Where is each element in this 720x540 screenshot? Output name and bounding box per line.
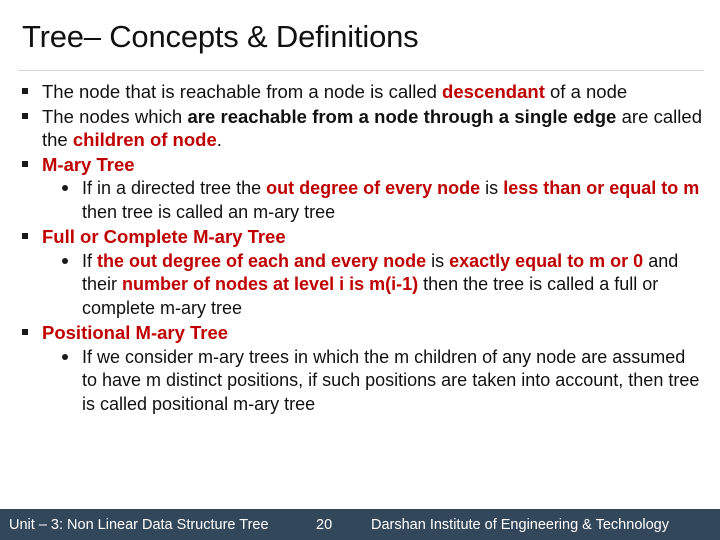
bullet-text-run: . [216, 129, 222, 150]
square-bullet-icon [22, 233, 28, 239]
bullet-text-run: If [82, 250, 98, 271]
bullet-text-run: exactly equal to m or 0 [449, 250, 644, 271]
sub-bullet-item: If we consider m-ary trees in which the … [0, 346, 720, 417]
bullet-text-run: less than or equal to m [503, 178, 700, 198]
slide-footer: Unit – 3: Non Linear Data Structure Tree… [0, 509, 720, 540]
bullet-text-run: Positional M-ary Tree [42, 322, 229, 343]
square-bullet-icon [22, 329, 28, 335]
bullet-text-run: descendant [442, 81, 545, 102]
sub-bullet-item: If the out degree of each and every node… [0, 250, 720, 321]
bullet-text-run: then tree is called an m-ary tree [82, 201, 336, 222]
round-bullet-icon [62, 353, 68, 360]
slide-body: The node that is reachable from a node i… [0, 80, 720, 505]
round-bullet-icon [62, 185, 68, 191]
bullet-text-run: Full or Complete M-ary Tree [42, 226, 286, 247]
bullet-item: M-ary Tree [0, 153, 720, 177]
square-bullet-icon [22, 88, 28, 94]
footer-organization-label: Darshan Institute of Engineering & Techn… [371, 516, 669, 533]
bullet-item: The nodes which are reachable from a nod… [0, 105, 720, 152]
page-title: Tree– Concepts & Definitions [22, 19, 419, 54]
bullet-text-run: M-ary Tree [42, 153, 135, 175]
bullet-text-run: If we consider m-ary trees in which the … [82, 346, 700, 414]
bullet-text-run: The node that is reachable from a node i… [42, 81, 443, 102]
bullet-item: The node that is reachable from a node i… [0, 80, 720, 104]
title-divider [18, 70, 704, 71]
bullet-item: Full or Complete M-ary Tree [0, 225, 720, 249]
bullet-item: Positional M-ary Tree [0, 321, 720, 345]
bullet-text-run: is [480, 178, 504, 198]
bullet-text-run: out degree of every node [266, 178, 481, 198]
bullet-text-run: the out degree of each and every node [97, 250, 427, 271]
bullet-text-run: are reachable from a node through a sing… [187, 105, 617, 127]
slide-canvas: Tree– Concepts & Definitions The node th… [0, 0, 720, 540]
footer-unit-label: Unit – 3: Non Linear Data Structure Tree [9, 516, 269, 533]
bullet-text-run: If in a directed tree the [82, 178, 267, 198]
sub-bullet-item: If in a directed tree the out degree of … [0, 177, 720, 224]
bullet-text-run: number of nodes at level i is m(i-1) [122, 274, 419, 294]
square-bullet-icon [22, 160, 28, 167]
bullet-text-run: The nodes which [42, 105, 188, 127]
bullet-text-run: is [426, 250, 450, 271]
square-bullet-icon [22, 112, 28, 119]
bullet-text-run: children of node [72, 129, 217, 150]
footer-page-number: 20 [316, 516, 333, 533]
bullet-text-run: of a node [544, 81, 628, 102]
round-bullet-icon [62, 257, 68, 264]
title-area: Tree– Concepts & Definitions [0, 16, 720, 72]
